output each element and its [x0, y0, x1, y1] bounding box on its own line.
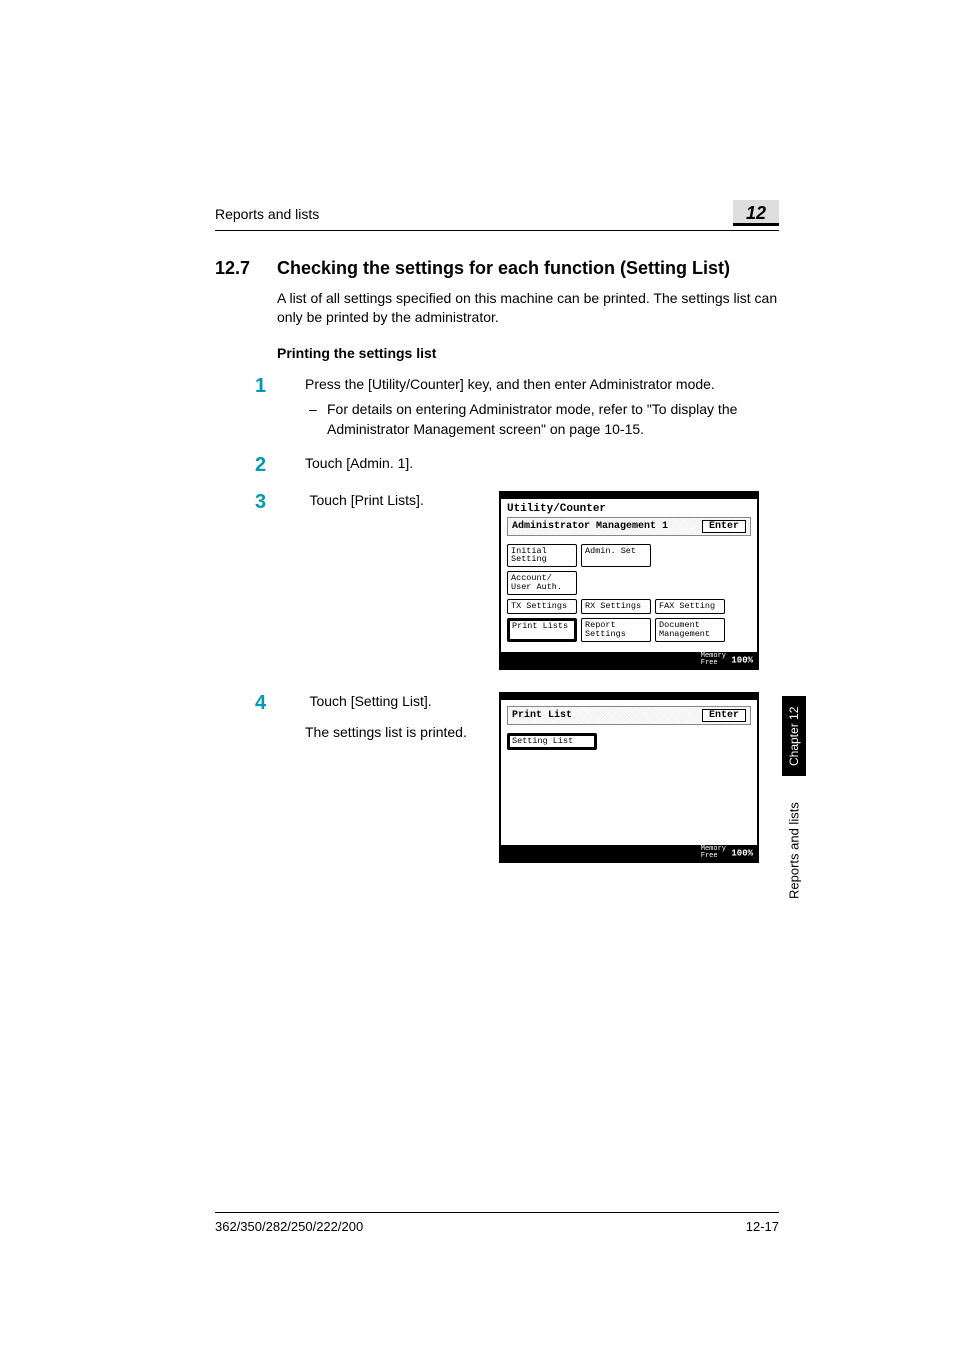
lcd2-enter-button[interactable]: Enter [702, 709, 746, 722]
lcd2-footer-label: Memory Free [701, 846, 726, 860]
lcd1-report-settings-button[interactable]: Report Settings [581, 618, 651, 642]
step-4-text: Touch [Setting List]. [309, 692, 479, 712]
step-1-subtext: For details on entering Administrator mo… [305, 400, 779, 439]
lcd2-setting-list-button[interactable]: Setting List [507, 733, 597, 750]
lcd1-subtitle: Administrator Management 1 [512, 521, 668, 532]
lcd1-fax-setting-button[interactable]: FAX Setting [655, 599, 725, 614]
header-rule [215, 230, 779, 231]
footer-page-number: 12-17 [746, 1219, 779, 1234]
footer-model-numbers: 362/350/282/250/222/200 [215, 1219, 363, 1234]
running-title: Reports and lists [215, 206, 319, 222]
step-number-3: 3 [255, 491, 305, 514]
lcd1-document-management-button[interactable]: Document Management [655, 618, 725, 642]
lcd1-title: Utility/Counter [501, 499, 757, 517]
lcd2-memory-value: 100% [731, 848, 753, 858]
lcd1-memory-value: 100% [731, 655, 753, 665]
lcd1-tx-settings-button[interactable]: TX Settings [507, 599, 577, 614]
lcd1-enter-button[interactable]: Enter [702, 520, 746, 533]
lcd-screenshot-admin: Utility/Counter Administrator Management… [499, 491, 759, 670]
side-tab-chapter: Chapter 12 [782, 696, 806, 776]
step-number-4: 4 [255, 692, 305, 715]
lcd1-admin-set-button[interactable]: Admin. Set [581, 544, 651, 568]
lcd2-title: Print List [512, 710, 572, 721]
chapter-number: 12 [746, 203, 766, 223]
step-2-text: Touch [Admin. 1]. [305, 454, 779, 477]
section-title: Checking the settings for each function … [277, 258, 730, 279]
section-number: 12.7 [215, 258, 277, 279]
lcd1-initial-setting-button[interactable]: Initial Setting [507, 544, 577, 568]
side-tab-section: Reports and lists [782, 786, 806, 916]
lcd1-rx-settings-button[interactable]: RX Settings [581, 599, 651, 614]
section-intro: A list of all settings specified on this… [277, 289, 779, 327]
step-3-text: Touch [Print Lists]. [309, 491, 479, 511]
step-1-text: Press the [Utility/Counter] key, and the… [305, 375, 779, 395]
step-number-1: 1 [255, 375, 305, 440]
lcd1-print-lists-button[interactable]: Print Lists [507, 618, 577, 642]
lcd-screenshot-printlist: Print List Enter Setting List Memory Fre… [499, 692, 759, 863]
lcd1-footer-label: Memory Free [701, 653, 726, 667]
step-number-2: 2 [255, 454, 305, 477]
lcd1-account-user-auth-button[interactable]: Account/ User Auth. [507, 571, 577, 595]
procedure-heading: Printing the settings list [277, 345, 779, 361]
step-4-follow: The settings list is printed. [305, 723, 485, 743]
chapter-chip: 12 [733, 200, 779, 226]
